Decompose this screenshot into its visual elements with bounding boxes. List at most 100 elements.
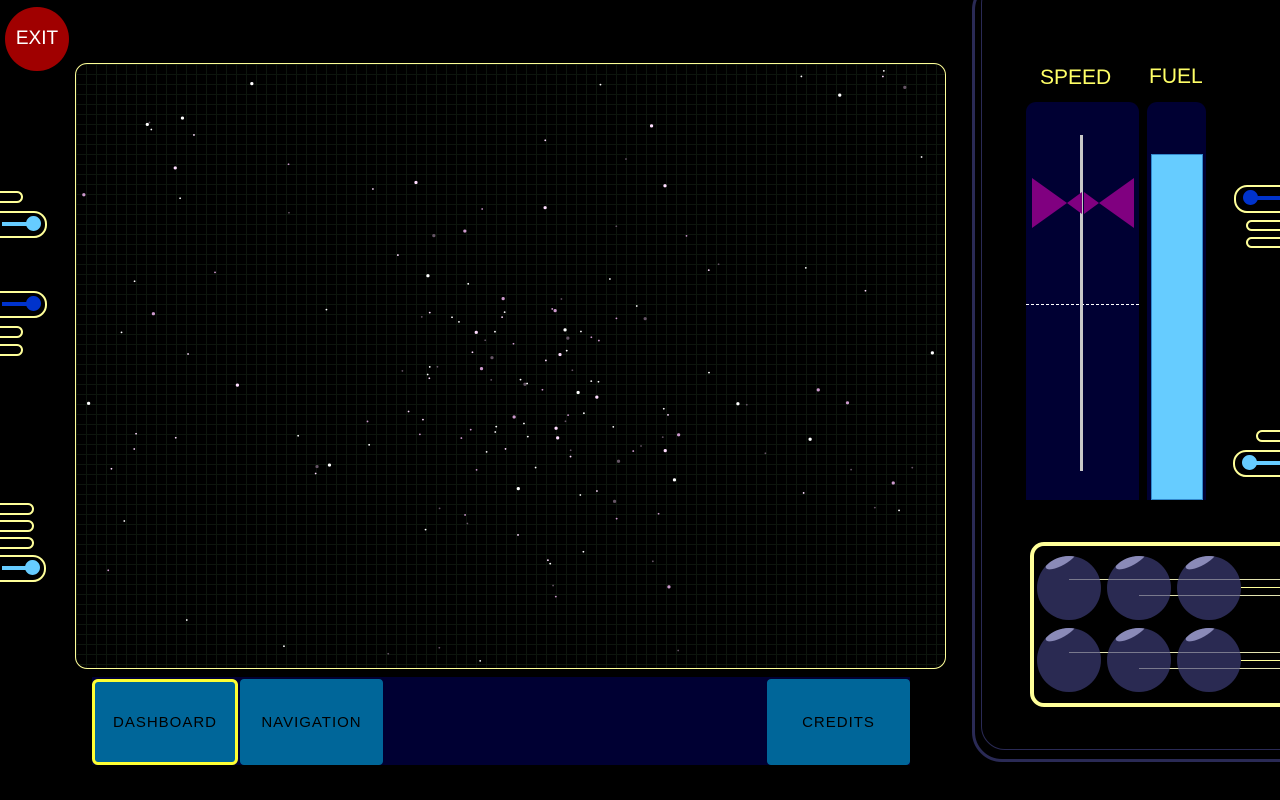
star: [582, 412, 585, 415]
star: [503, 311, 506, 314]
star: [426, 274, 430, 278]
star: [554, 595, 557, 598]
slider-knob[interactable]: [0, 291, 47, 318]
slider-knob[interactable]: [0, 555, 46, 582]
slider-knob[interactable]: [0, 211, 47, 238]
star: [864, 289, 867, 292]
star: [544, 139, 547, 142]
star: [551, 308, 554, 310]
star: [595, 395, 599, 399]
space-viewport[interactable]: [75, 63, 946, 669]
star: [920, 156, 923, 158]
star: [145, 122, 149, 127]
star: [903, 85, 907, 89]
tab-navigation[interactable]: NAVIGATION: [240, 679, 383, 765]
star: [596, 490, 598, 492]
orb-button[interactable]: [1107, 556, 1171, 620]
star: [677, 649, 680, 652]
star: [569, 455, 572, 458]
star: [436, 365, 439, 368]
star: [135, 432, 137, 435]
orb-button-panel: [1030, 542, 1280, 707]
star: [484, 339, 487, 342]
star: [214, 271, 216, 274]
indicator-pill: [0, 326, 23, 338]
star: [553, 309, 557, 313]
speed-marker-icon[interactable]: [1032, 178, 1134, 230]
star: [512, 415, 516, 419]
fuel-level-fill: [1151, 153, 1203, 500]
star: [474, 330, 478, 334]
star: [571, 369, 574, 372]
star: [541, 388, 544, 391]
nav-bar: DASHBOARD NAVIGATION CREDITS: [92, 677, 910, 765]
star: [579, 494, 582, 496]
star: [736, 402, 740, 406]
star: [512, 342, 515, 345]
star: [590, 336, 593, 339]
star: [707, 269, 710, 272]
star: [649, 124, 654, 128]
speed-gauge[interactable]: [1026, 102, 1139, 500]
star: [314, 472, 317, 475]
star: [463, 229, 467, 233]
star: [401, 370, 404, 372]
star: [544, 359, 547, 362]
fuel-label: FUEL: [1149, 65, 1203, 88]
star: [565, 349, 568, 352]
star: [898, 509, 900, 512]
star: [325, 308, 328, 311]
star: [558, 352, 562, 357]
star: [677, 433, 681, 437]
star: [516, 487, 520, 491]
orb-button[interactable]: [1177, 556, 1241, 620]
star: [422, 418, 424, 421]
star: [891, 481, 895, 485]
star: [567, 414, 570, 417]
star: [534, 466, 537, 469]
speed-label: SPEED: [1040, 66, 1112, 89]
orb-button[interactable]: [1107, 628, 1171, 692]
tab-credits[interactable]: CREDITS: [767, 679, 910, 765]
star: [481, 208, 484, 210]
star: [911, 466, 914, 469]
exit-button[interactable]: EXIT: [5, 7, 69, 71]
orb-button[interactable]: [1177, 628, 1241, 692]
star: [460, 437, 463, 439]
slider-knob[interactable]: [1234, 185, 1280, 213]
star: [133, 280, 136, 283]
star: [597, 339, 600, 342]
star: [546, 559, 549, 562]
star: [469, 428, 472, 431]
star: [615, 517, 618, 520]
tab-dashboard[interactable]: DASHBOARD: [92, 679, 238, 765]
star: [494, 431, 497, 433]
orb-button[interactable]: [1037, 628, 1101, 692]
indicator-pill: [0, 520, 34, 532]
star: [426, 373, 429, 376]
star: [635, 305, 638, 307]
star: [661, 436, 664, 439]
star: [590, 380, 593, 383]
star: [745, 403, 748, 406]
star: [597, 380, 600, 383]
star: [663, 184, 667, 188]
star: [764, 452, 767, 455]
fuel-gauge: [1147, 102, 1206, 500]
star: [495, 425, 498, 428]
slider-knob[interactable]: [1233, 450, 1280, 477]
star: [543, 206, 547, 210]
star: [193, 134, 195, 136]
star: [526, 382, 529, 385]
star: [110, 467, 113, 470]
star: [179, 197, 182, 200]
star: [554, 426, 558, 430]
indicator-pill: [0, 503, 34, 515]
star: [297, 434, 300, 437]
star: [873, 506, 876, 509]
star: [466, 522, 469, 525]
star: [479, 366, 484, 371]
orb-button[interactable]: [1037, 556, 1101, 620]
star: [501, 296, 505, 301]
star: [517, 534, 519, 536]
